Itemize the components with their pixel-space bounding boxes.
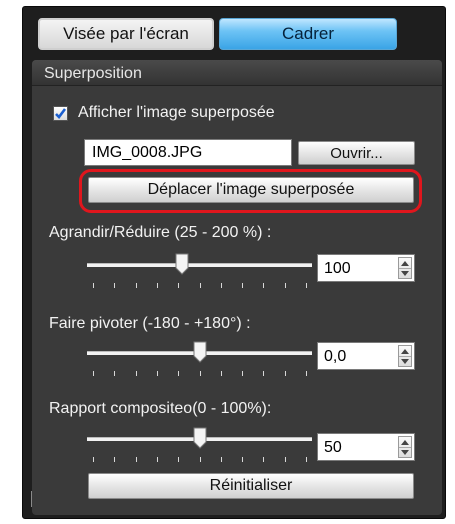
slider-tick (178, 283, 180, 288)
slider-tick (242, 457, 244, 462)
zoom-value[interactable]: 100 (324, 260, 351, 278)
overlay-file-field[interactable]: IMG_0008.JPG (84, 139, 292, 166)
slider-tick (263, 371, 265, 376)
reset-button[interactable]: Réinitialiser (88, 473, 414, 499)
slider-tick (263, 457, 265, 462)
slider-tick (135, 457, 137, 462)
rotate-decrement-icon[interactable] (399, 356, 411, 366)
slider-tick (114, 283, 116, 288)
zoom-spinbox[interactable]: 100 (317, 254, 415, 282)
slider-tick (306, 371, 307, 376)
slider-tick (93, 371, 94, 376)
opacity-spinbox[interactable]: 50 (317, 433, 415, 461)
slider-tick (220, 283, 222, 288)
slider-tick (178, 371, 180, 376)
zoom-slider[interactable] (87, 253, 312, 293)
slider-tick (178, 457, 180, 462)
slider-tick (220, 457, 222, 462)
rotate-slider[interactable] (87, 341, 312, 381)
slider-tick (284, 283, 286, 288)
rotate-slider-thumb[interactable] (193, 341, 207, 363)
slider-tick (135, 371, 137, 376)
slider-tick (284, 457, 286, 462)
slider-tick (114, 457, 116, 462)
tab-live-view[interactable]: Visée par l'écran (38, 18, 214, 50)
checkmark-icon (55, 108, 67, 119)
rotate-value[interactable]: 0,0 (324, 348, 346, 366)
zoom-decrement-icon[interactable] (399, 268, 411, 278)
opacity-label: Rapport compositeo(0 - 100%): (49, 400, 272, 417)
opacity-slider-thumb[interactable] (193, 427, 207, 449)
rotate-spinbox[interactable]: 0,0 (317, 342, 415, 370)
slider-tick (220, 371, 222, 376)
slider-tick (306, 283, 307, 288)
rotate-slider-ticks (87, 371, 312, 377)
opacity-slider-ticks (87, 457, 312, 463)
zoom-label: Agrandir/Réduire (25 - 200 %) : (49, 224, 272, 241)
slider-tick (199, 283, 201, 288)
slider-tick (93, 283, 94, 288)
slider-tick (156, 457, 158, 462)
panel-title: Superposition (32, 60, 442, 86)
show-overlay-label: Afficher l'image superposée (78, 104, 275, 121)
slider-tick (284, 371, 286, 376)
slider-tick (199, 457, 201, 462)
tab-frame[interactable]: Cadrer (219, 18, 397, 50)
slider-tick (114, 371, 116, 376)
zoom-slider-track (87, 263, 312, 267)
opacity-slider[interactable] (87, 427, 312, 467)
slider-tick (199, 371, 201, 376)
slider-tick (93, 457, 94, 462)
rotate-label: Faire pivoter (-180 - +180°) : (49, 315, 251, 332)
zoom-slider-thumb[interactable] (175, 253, 189, 275)
open-button[interactable]: Ouvrir... (298, 141, 415, 165)
opacity-decrement-icon[interactable] (399, 447, 411, 457)
slider-tick (306, 457, 307, 462)
slider-tick (156, 283, 158, 288)
zoom-slider-ticks (87, 283, 312, 289)
slider-tick (156, 371, 158, 376)
slider-tick (242, 371, 244, 376)
slider-tick (263, 283, 265, 288)
show-overlay-checkbox[interactable] (53, 106, 68, 121)
highlight-frame (79, 169, 422, 213)
opacity-value[interactable]: 50 (324, 439, 342, 457)
slider-tick (242, 283, 244, 288)
slider-tick (135, 283, 137, 288)
